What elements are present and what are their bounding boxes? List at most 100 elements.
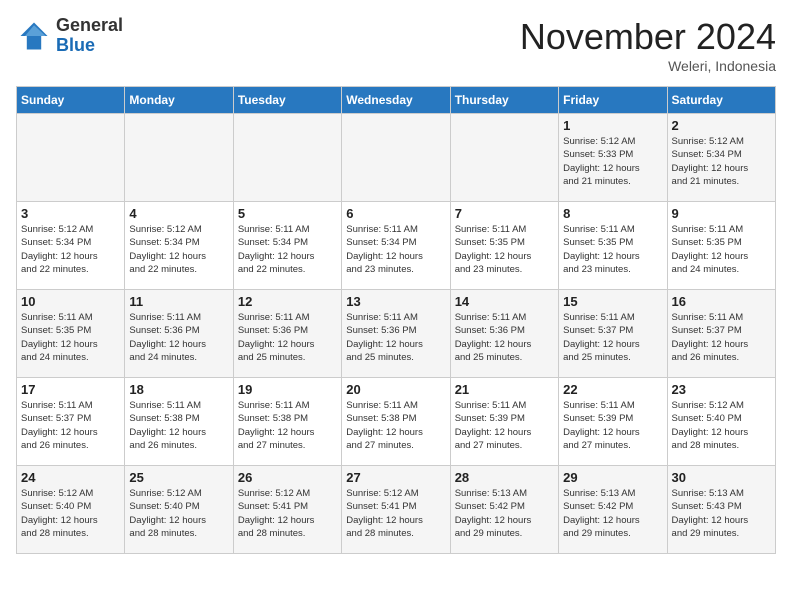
calendar-cell: 5 Sunrise: 5:11 AMSunset: 5:34 PMDaylight… xyxy=(233,202,341,290)
day-number: 24 xyxy=(21,470,120,485)
day-number: 8 xyxy=(563,206,662,221)
calendar-cell: 1 Sunrise: 5:12 AMSunset: 5:33 PMDaylight… xyxy=(559,114,667,202)
day-info: Sunrise: 5:12 AMSunset: 5:41 PMDaylight:… xyxy=(346,487,445,540)
day-info: Sunrise: 5:12 AMSunset: 5:33 PMDaylight:… xyxy=(563,135,662,188)
day-header-monday: Monday xyxy=(125,87,233,114)
week-row-1: 1 Sunrise: 5:12 AMSunset: 5:33 PMDaylight… xyxy=(17,114,776,202)
calendar-cell: 14Sunrise: 5:11 AMSunset: 5:36 PMDayligh… xyxy=(450,290,558,378)
day-info: Sunrise: 5:12 AMSunset: 5:34 PMDaylight:… xyxy=(129,223,228,276)
day-number: 19 xyxy=(238,382,337,397)
calendar-cell: 17Sunrise: 5:11 AMSunset: 5:37 PMDayligh… xyxy=(17,378,125,466)
day-info: Sunrise: 5:12 AMSunset: 5:40 PMDaylight:… xyxy=(672,399,771,452)
page-header: General Blue November 2024 Weleri, Indon… xyxy=(16,16,776,74)
calendar-cell: 3 Sunrise: 5:12 AMSunset: 5:34 PMDaylight… xyxy=(17,202,125,290)
calendar-cell: 27 Sunrise: 5:12 AMSunset: 5:41 PMDayligh… xyxy=(342,466,450,554)
calendar-cell: 19Sunrise: 5:11 AMSunset: 5:38 PMDayligh… xyxy=(233,378,341,466)
day-info: Sunrise: 5:11 AMSunset: 5:34 PMDaylight:… xyxy=(238,223,337,276)
calendar-cell: 22Sunrise: 5:11 AMSunset: 5:39 PMDayligh… xyxy=(559,378,667,466)
day-info: Sunrise: 5:11 AMSunset: 5:37 PMDaylight:… xyxy=(672,311,771,364)
day-info: Sunrise: 5:11 AMSunset: 5:36 PMDaylight:… xyxy=(238,311,337,364)
day-number: 1 xyxy=(563,118,662,133)
location: Weleri, Indonesia xyxy=(520,58,776,74)
day-info: Sunrise: 5:12 AMSunset: 5:34 PMDaylight:… xyxy=(21,223,120,276)
calendar-cell: 20 Sunrise: 5:11 AMSunset: 5:38 PMDayligh… xyxy=(342,378,450,466)
day-info: Sunrise: 5:12 AMSunset: 5:40 PMDaylight:… xyxy=(129,487,228,540)
calendar-cell: 10 Sunrise: 5:11 AMSunset: 5:35 PMDayligh… xyxy=(17,290,125,378)
day-info: Sunrise: 5:11 AMSunset: 5:37 PMDaylight:… xyxy=(563,311,662,364)
month-title: November 2024 xyxy=(520,16,776,58)
calendar-cell xyxy=(342,114,450,202)
day-info: Sunrise: 5:11 AMSunset: 5:38 PMDaylight:… xyxy=(129,399,228,452)
calendar-cell: 12 Sunrise: 5:11 AMSunset: 5:36 PMDayligh… xyxy=(233,290,341,378)
calendar-cell: 18 Sunrise: 5:11 AMSunset: 5:38 PMDayligh… xyxy=(125,378,233,466)
day-number: 13 xyxy=(346,294,445,309)
day-info: Sunrise: 5:11 AMSunset: 5:39 PMDaylight:… xyxy=(455,399,554,452)
calendar-cell: 4 Sunrise: 5:12 AMSunset: 5:34 PMDaylight… xyxy=(125,202,233,290)
calendar-cell xyxy=(125,114,233,202)
calendar-cell: 16 Sunrise: 5:11 AMSunset: 5:37 PMDayligh… xyxy=(667,290,775,378)
week-row-2: 3 Sunrise: 5:12 AMSunset: 5:34 PMDaylight… xyxy=(17,202,776,290)
day-number: 28 xyxy=(455,470,554,485)
day-info: Sunrise: 5:11 AMSunset: 5:36 PMDaylight:… xyxy=(129,311,228,364)
calendar-cell: 28 Sunrise: 5:13 AMSunset: 5:42 PMDayligh… xyxy=(450,466,558,554)
logo-text: General Blue xyxy=(56,16,123,56)
calendar-cell: 30 Sunrise: 5:13 AMSunset: 5:43 PMDayligh… xyxy=(667,466,775,554)
day-info: Sunrise: 5:11 AMSunset: 5:39 PMDaylight:… xyxy=(563,399,662,452)
day-number: 17 xyxy=(21,382,120,397)
day-number: 21 xyxy=(455,382,554,397)
day-header-wednesday: Wednesday xyxy=(342,87,450,114)
calendar-cell: 13Sunrise: 5:11 AMSunset: 5:36 PMDayligh… xyxy=(342,290,450,378)
day-number: 16 xyxy=(672,294,771,309)
day-header-thursday: Thursday xyxy=(450,87,558,114)
calendar-cell: 23 Sunrise: 5:12 AMSunset: 5:40 PMDayligh… xyxy=(667,378,775,466)
day-number: 30 xyxy=(672,470,771,485)
day-number: 9 xyxy=(672,206,771,221)
day-number: 29 xyxy=(563,470,662,485)
day-info: Sunrise: 5:11 AMSunset: 5:38 PMDaylight:… xyxy=(346,399,445,452)
calendar-cell: 24 Sunrise: 5:12 AMSunset: 5:40 PMDayligh… xyxy=(17,466,125,554)
day-info: Sunrise: 5:11 AMSunset: 5:35 PMDaylight:… xyxy=(672,223,771,276)
day-number: 4 xyxy=(129,206,228,221)
day-number: 12 xyxy=(238,294,337,309)
day-number: 27 xyxy=(346,470,445,485)
calendar-cell: 2Sunrise: 5:12 AMSunset: 5:34 PMDaylight… xyxy=(667,114,775,202)
calendar-cell: 25Sunrise: 5:12 AMSunset: 5:40 PMDayligh… xyxy=(125,466,233,554)
day-number: 18 xyxy=(129,382,228,397)
calendar-cell: 15Sunrise: 5:11 AMSunset: 5:37 PMDayligh… xyxy=(559,290,667,378)
day-info: Sunrise: 5:12 AMSunset: 5:41 PMDaylight:… xyxy=(238,487,337,540)
day-number: 10 xyxy=(21,294,120,309)
day-header-friday: Friday xyxy=(559,87,667,114)
logo: General Blue xyxy=(16,16,123,56)
day-info: Sunrise: 5:11 AMSunset: 5:35 PMDaylight:… xyxy=(21,311,120,364)
calendar-cell: 21 Sunrise: 5:11 AMSunset: 5:39 PMDayligh… xyxy=(450,378,558,466)
day-info: Sunrise: 5:13 AMSunset: 5:42 PMDaylight:… xyxy=(455,487,554,540)
day-number: 2 xyxy=(672,118,771,133)
day-number: 11 xyxy=(129,294,228,309)
day-info: Sunrise: 5:13 AMSunset: 5:42 PMDaylight:… xyxy=(563,487,662,540)
week-row-5: 24 Sunrise: 5:12 AMSunset: 5:40 PMDayligh… xyxy=(17,466,776,554)
day-info: Sunrise: 5:12 AMSunset: 5:40 PMDaylight:… xyxy=(21,487,120,540)
header-row: SundayMondayTuesdayWednesdayThursdayFrid… xyxy=(17,87,776,114)
calendar-cell xyxy=(233,114,341,202)
week-row-3: 10 Sunrise: 5:11 AMSunset: 5:35 PMDayligh… xyxy=(17,290,776,378)
day-number: 20 xyxy=(346,382,445,397)
day-header-tuesday: Tuesday xyxy=(233,87,341,114)
title-block: November 2024 Weleri, Indonesia xyxy=(520,16,776,74)
day-info: Sunrise: 5:11 AMSunset: 5:35 PMDaylight:… xyxy=(563,223,662,276)
calendar-body: 1 Sunrise: 5:12 AMSunset: 5:33 PMDaylight… xyxy=(17,114,776,554)
calendar-cell: 29 Sunrise: 5:13 AMSunset: 5:42 PMDayligh… xyxy=(559,466,667,554)
calendar-cell: 6Sunrise: 5:11 AMSunset: 5:34 PMDaylight… xyxy=(342,202,450,290)
day-info: Sunrise: 5:11 AMSunset: 5:36 PMDaylight:… xyxy=(455,311,554,364)
calendar-table: SundayMondayTuesdayWednesdayThursdayFrid… xyxy=(16,86,776,554)
day-number: 3 xyxy=(21,206,120,221)
day-info: Sunrise: 5:13 AMSunset: 5:43 PMDaylight:… xyxy=(672,487,771,540)
calendar-cell: 8 Sunrise: 5:11 AMSunset: 5:35 PMDaylight… xyxy=(559,202,667,290)
calendar-header: SundayMondayTuesdayWednesdayThursdayFrid… xyxy=(17,87,776,114)
day-number: 7 xyxy=(455,206,554,221)
day-number: 5 xyxy=(238,206,337,221)
week-row-4: 17Sunrise: 5:11 AMSunset: 5:37 PMDayligh… xyxy=(17,378,776,466)
day-number: 23 xyxy=(672,382,771,397)
day-header-saturday: Saturday xyxy=(667,87,775,114)
day-number: 6 xyxy=(346,206,445,221)
calendar-cell: 11 Sunrise: 5:11 AMSunset: 5:36 PMDayligh… xyxy=(125,290,233,378)
